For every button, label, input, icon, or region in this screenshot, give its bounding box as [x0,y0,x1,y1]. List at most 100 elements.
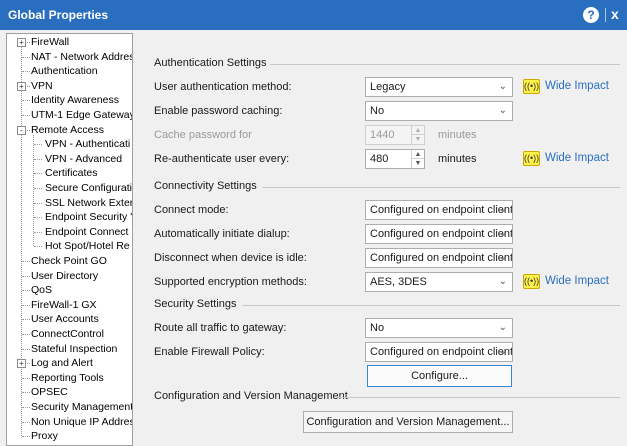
encryption-methods-value: AES, 3DES [370,276,427,288]
configure-button[interactable]: Configure... [367,365,512,387]
tree-connector [22,436,30,438]
tree-item[interactable]: Check Point GO [7,254,132,269]
help-icon[interactable]: ? [583,7,599,23]
password-caching-select[interactable]: No ⌄ [365,101,513,121]
chevron-down-icon: ⌄ [498,81,507,92]
chevron-down-icon: ⌄ [498,228,507,239]
password-caching-value: No [370,105,385,117]
tree-item-label: SSL Network Exter [45,196,133,209]
tree-connector [34,173,42,175]
tree-item-label: Security Management . [31,401,133,413]
tree-connector [34,202,42,204]
tree-item[interactable]: + VPN [7,79,132,94]
connect-mode-value: Configured on endpoint client [370,204,513,216]
firewall-policy-label: Enable Firewall Policy: [154,346,265,358]
tree-item[interactable]: UTM-1 Edge Gateway [7,108,132,123]
title-separator [605,8,606,22]
auto-dialup-select[interactable]: Configured on endpoint client ⌄ [365,224,513,244]
chevron-down-icon: ⌄ [498,346,507,357]
tree-item[interactable]: Secure Configurati [7,181,132,196]
tree-item[interactable]: Endpoint Connect [7,225,132,240]
tree-item[interactable]: Authentication [7,64,132,79]
tree-item[interactable]: Non Unique IP Addres [7,415,132,430]
navigation-tree[interactable]: + FireWall NAT - Network Addres Authenticat… [6,33,133,446]
spin-up-icon: ▲ [412,126,424,135]
wide-impact-link-encryption[interactable]: Wide Impact [545,275,609,287]
tree-connector [22,407,30,408]
tree-item[interactable]: User Directory [7,269,132,284]
expand-icon[interactable]: + [17,38,26,47]
tree-item-label: Identity Awareness [31,94,119,107]
tree-item-label: Authentication [31,65,98,78]
tree-item-label: Endpoint Security ' [45,211,133,224]
window-title: Global Properties [8,8,109,22]
config-version-mgmt-button[interactable]: Configuration and Version Management... [303,411,513,433]
tree-item-label: Reporting Tools [31,371,104,384]
disconnect-idle-value: Configured on endpoint client [370,252,513,264]
tree-item[interactable]: VPN - Authenticati [7,137,132,152]
tree-item-label: QoS [31,284,53,297]
tree-item[interactable]: Security Management . [7,400,133,415]
expand-icon[interactable]: + [17,81,26,91]
tree-connector [34,158,42,160]
chevron-down-icon: ⌄ [498,204,507,215]
tree-item-label: Stateful Inspection [31,342,118,355]
tree-item[interactable]: NAT - Network Addres [7,50,132,65]
connect-mode-select[interactable]: Configured on endpoint client ⌄ [365,200,513,220]
tree-item[interactable]: Endpoint Security ' [7,210,133,225]
expand-icon[interactable]: + [17,359,26,369]
encryption-methods-select[interactable]: AES, 3DES ⌄ [365,272,513,292]
reauth-unit: minutes [438,153,477,165]
tree-connector [22,56,30,58]
connect-mode-label: Connect mode: [154,204,229,216]
tree-connector [22,100,30,102]
spinner-arrows[interactable]: ▲ ▼ [411,150,424,168]
tree-connector [22,71,30,73]
auth-method-select[interactable]: Legacy ⌄ [365,77,513,97]
tree-item[interactable]: OPSEC [7,385,132,400]
tree-item[interactable]: FireWall-1 GX [7,298,132,313]
tree-item[interactable]: VPN - Advanced [7,152,132,167]
tree-item[interactable]: Hot Spot/Hotel Re [7,239,132,254]
tree-connector [22,377,30,379]
tree-connector [22,319,30,321]
firewall-policy-value: Configured on endpoint client [370,346,513,358]
collapse-icon[interactable]: - [17,125,26,135]
tree-item[interactable]: QoS [7,283,132,298]
tree-item[interactable]: Certificates [7,166,132,181]
close-icon[interactable]: x [611,6,619,22]
tree-item[interactable]: Identity Awareness [7,93,132,108]
password-caching-label: Enable password caching: [154,105,283,117]
tree-connector [34,144,42,146]
firewall-policy-select[interactable]: Configured on endpoint client ⌄ [365,342,513,362]
config-mgmt-section-title: Configuration and Version Management [154,390,348,402]
tree-connector [22,290,30,292]
tree-item[interactable]: User Accounts [7,312,132,327]
tree-connector [22,421,30,423]
reauth-value: 480 [370,153,389,165]
wide-impact-link-auth[interactable]: Wide Impact [545,80,609,92]
tree-item[interactable]: SSL Network Exter [7,196,133,211]
tree-item[interactable]: Reporting Tools [7,371,132,386]
tree-connector [34,231,42,233]
cache-password-value: 1440 [370,129,395,141]
tree-item[interactable]: ConnectControl [7,327,132,342]
tree-item[interactable]: Stateful Inspection [7,342,132,357]
tree-connector [22,115,30,116]
tree-connector [22,275,30,277]
route-traffic-select[interactable]: No ⌄ [365,318,513,338]
chevron-down-icon: ⌄ [498,105,507,116]
wide-impact-link-reauth[interactable]: Wide Impact [545,152,609,164]
tree-item[interactable]: Proxy [7,429,132,444]
tree-item[interactable]: + Log and Alert [7,356,132,371]
reauth-spinner[interactable]: 480 ▲ ▼ [365,149,425,169]
tree-item[interactable]: + FireWall [7,35,132,50]
disconnect-idle-select[interactable]: Configured on endpoint client ⌄ [365,248,513,268]
tree-item-label: VPN - Advanced [45,152,123,165]
auth-method-value: Legacy [370,81,406,93]
spin-up-icon[interactable]: ▲ [412,150,424,159]
wide-impact-icon: ((•)) [523,79,540,94]
tree-item[interactable]: - Remote Access [7,123,132,138]
spin-down-icon[interactable]: ▼ [412,159,424,168]
spinner-arrows: ▲ ▼ [411,126,424,144]
